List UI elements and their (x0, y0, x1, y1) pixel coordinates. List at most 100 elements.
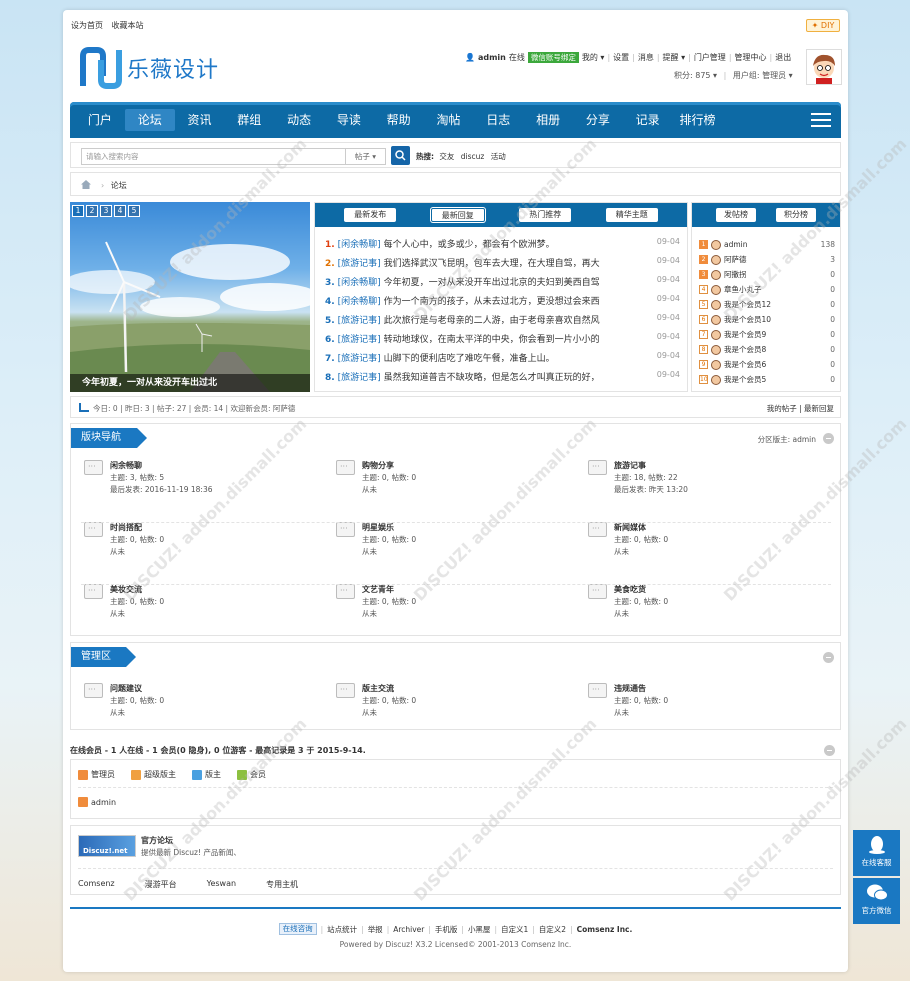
rank-username[interactable]: admin (724, 240, 748, 249)
friend-link[interactable]: 漫游平台 (145, 879, 177, 890)
footer-link[interactable]: 自定义1 (501, 924, 528, 935)
favorite-link[interactable]: 收藏本站 (112, 21, 144, 30)
forum-name[interactable]: 违规通告 (614, 683, 646, 694)
stats-links[interactable]: 我的帖子 | 最新回复 (767, 403, 834, 414)
tab-latest-replies[interactable]: 最新回复 (430, 208, 485, 222)
forum-name[interactable]: 闲余畅聊 (110, 460, 142, 471)
user-link-admin-center[interactable]: 管理中心 (735, 52, 767, 63)
thread-category[interactable]: [旅游记事] (338, 335, 381, 345)
rank-row[interactable]: 2 阿萨德 3 (699, 252, 835, 267)
thread-row[interactable]: 6. [旅游记事] 转动地球仪，在南太平洋的中央，你会看到一片小小的 09-04 (325, 332, 680, 351)
forum-name[interactable]: 新闻媒体 (614, 522, 646, 533)
forum-name[interactable]: 时尚搭配 (110, 522, 142, 533)
online-service-button[interactable]: 在线客服 (853, 830, 900, 876)
rank-row[interactable]: 6 我是个会员10 0 (699, 312, 835, 327)
forum-item[interactable]: 闲余畅聊主题: 3, 帖数: 5 最后发表: 2016-11-19 18:36 (84, 460, 324, 504)
search-input[interactable]: 请输入搜索内容 (81, 148, 346, 165)
thread-row[interactable]: 3. [闲余畅聊] 今年初夏，一对从来没开车出过北京的夫妇到美西自驾 09-04 (325, 275, 680, 294)
tab-digest[interactable]: 精华主题 (605, 208, 658, 222)
set-home-link[interactable]: 设为首页 (71, 21, 103, 30)
discuz-logo[interactable]: Discuz!.net (78, 835, 136, 857)
user-link-messages[interactable]: 消息 (638, 52, 654, 63)
thread-title[interactable]: 作为一个南方的孩子，从未去过北方，更没想过会来西 (384, 297, 600, 307)
forum-item[interactable]: 时尚搭配主题: 0, 帖数: 0 从未 (84, 522, 324, 566)
section-title[interactable]: 管理区 (71, 647, 136, 667)
rank-username[interactable]: 我是个会员5 (724, 374, 766, 385)
section-title[interactable]: 版块导航 (71, 428, 147, 448)
wechat-bind-button[interactable]: 微信账号绑定 (527, 52, 579, 63)
section-moderator[interactable]: 分区版主: admin (758, 434, 816, 445)
rank-username[interactable]: 阿撒拐 (724, 269, 747, 280)
site-logo[interactable]: 乐薇设计 (79, 45, 219, 90)
forum-last-post[interactable]: 从未 (110, 608, 125, 619)
user-link-logout[interactable]: 退出 (775, 52, 791, 63)
official-wechat-button[interactable]: 官方微信 (853, 878, 900, 924)
forum-last-post[interactable]: 从未 (362, 546, 377, 557)
user-link-remind[interactable]: 提醒 ▾ (663, 52, 686, 63)
diy-button[interactable]: ✦ DIY (806, 19, 840, 32)
image-slider[interactable]: 1 2 3 4 5 今年初夏，一对从来没开车出过北 (70, 202, 310, 392)
rank-username[interactable]: 我是个会员8 (724, 344, 766, 355)
search-button[interactable] (391, 146, 410, 165)
link-title[interactable]: 官方论坛 (141, 835, 173, 846)
nav-item-feed[interactable]: 动态 (274, 109, 324, 131)
forum-last-post[interactable]: 从未 (362, 484, 377, 495)
forum-item[interactable]: 版主交流主题: 0, 帖数: 0 从未 (336, 683, 576, 727)
slider-dot[interactable]: 4 (114, 205, 126, 217)
thread-row[interactable]: 1. [闲余畅聊] 每个人心中，或多或少，都会有个欧洲梦。 09-04 (325, 237, 680, 256)
nav-item-collection[interactable]: 淘帖 (424, 109, 474, 131)
thread-row[interactable]: 5. [旅游记事] 此次旅行是与老母亲的二人游，由于老母亲喜欢自然风 09-04 (325, 313, 680, 332)
thread-row[interactable]: 8. [旅游记事] 虽然我知道普吉不缺攻略，但是怎么才叫真正玩的好， 09-04 (325, 370, 680, 389)
forum-item[interactable]: 问题建议主题: 0, 帖数: 0 从未 (84, 683, 324, 727)
username-link[interactable]: admin (478, 53, 506, 62)
rank-row[interactable]: 8 我是个会员8 0 (699, 342, 835, 357)
slider-caption[interactable]: 今年初夏，一对从来没开车出过北 (70, 374, 310, 392)
footer-link[interactable]: 小黑屋 (468, 924, 491, 935)
hot-search-item[interactable]: discuz (461, 152, 485, 161)
thread-category[interactable]: [闲余畅聊] (338, 278, 381, 288)
thread-category[interactable]: [旅游记事] (338, 259, 381, 269)
nav-item-ranklist[interactable]: 排行榜 (673, 109, 723, 131)
collapse-icon[interactable] (824, 745, 835, 756)
slider-dot[interactable]: 2 (86, 205, 98, 217)
forum-name[interactable]: 购物分享 (362, 460, 394, 471)
thread-row[interactable]: 7. [旅游记事] 山脚下的便利店吃了难吃午餐，准备上山。 09-04 (325, 351, 680, 370)
rank-row[interactable]: 5 我是个会员12 0 (699, 297, 835, 312)
forum-item[interactable]: 新闻媒体主题: 0, 帖数: 0 从未 (588, 522, 828, 566)
forum-name[interactable]: 明星娱乐 (362, 522, 394, 533)
rank-username[interactable]: 我是个会员10 (724, 314, 771, 325)
forum-item[interactable]: 美食吃货主题: 0, 帖数: 0 从未 (588, 584, 828, 628)
nav-item-help[interactable]: 帮助 (374, 109, 424, 131)
forum-name[interactable]: 问题建议 (110, 683, 142, 694)
forum-last-post[interactable]: 从未 (110, 546, 125, 557)
rank-row[interactable]: 7 我是个会员9 0 (699, 327, 835, 342)
thread-title[interactable]: 转动地球仪，在南太平洋的中央，你会看到一片小小的 (384, 335, 600, 345)
forum-last-post[interactable]: 从未 (362, 707, 377, 718)
forum-last-post[interactable]: 从未 (362, 608, 377, 619)
nav-item-guide[interactable]: 导读 (324, 109, 374, 131)
menu-icon[interactable] (811, 113, 831, 127)
rank-row[interactable]: 4 章鱼小丸子 0 (699, 282, 835, 297)
thread-title[interactable]: 此次旅行是与老母亲的二人游，由于老母亲喜欢自然风 (384, 316, 600, 326)
forum-name[interactable]: 版主交流 (362, 683, 394, 694)
rank-username[interactable]: 章鱼小丸子 (724, 284, 762, 295)
thread-row[interactable]: 4. [闲余畅聊] 作为一个南方的孩子，从未去过北方，更没想过会来西 09-04 (325, 294, 680, 313)
online-user[interactable]: admin (78, 797, 116, 807)
forum-name[interactable]: 美食吃货 (614, 584, 646, 595)
rank-username[interactable]: 阿萨德 (724, 254, 747, 265)
nav-item-groups[interactable]: 群组 (224, 109, 274, 131)
nav-item-blog[interactable]: 日志 (473, 109, 523, 131)
thread-category[interactable]: [旅游记事] (338, 354, 381, 364)
nav-item-album[interactable]: 相册 (523, 109, 573, 131)
thread-title[interactable]: 每个人心中，或多或少，都会有个欧洲梦。 (384, 240, 555, 250)
thread-title[interactable]: 今年初夏，一对从来没开车出过北京的夫妇到美西自驾 (384, 278, 600, 288)
breadcrumb-current[interactable]: 论坛 (111, 181, 127, 190)
online-consult-button[interactable]: 在线咨询 (278, 923, 317, 935)
nav-item-doing[interactable]: 记录 (623, 109, 673, 131)
online-username[interactable]: admin (91, 798, 116, 807)
forum-last-post[interactable]: 从未 (110, 707, 125, 718)
thread-title[interactable]: 我们选择武汉飞昆明，包车去大理，在大理自驾，再大 (384, 259, 600, 269)
tab-credit-rank[interactable]: 积分榜 (776, 208, 816, 222)
hot-search-item[interactable]: 活动 (491, 152, 506, 161)
nav-item-news[interactable]: 资讯 (175, 109, 225, 131)
